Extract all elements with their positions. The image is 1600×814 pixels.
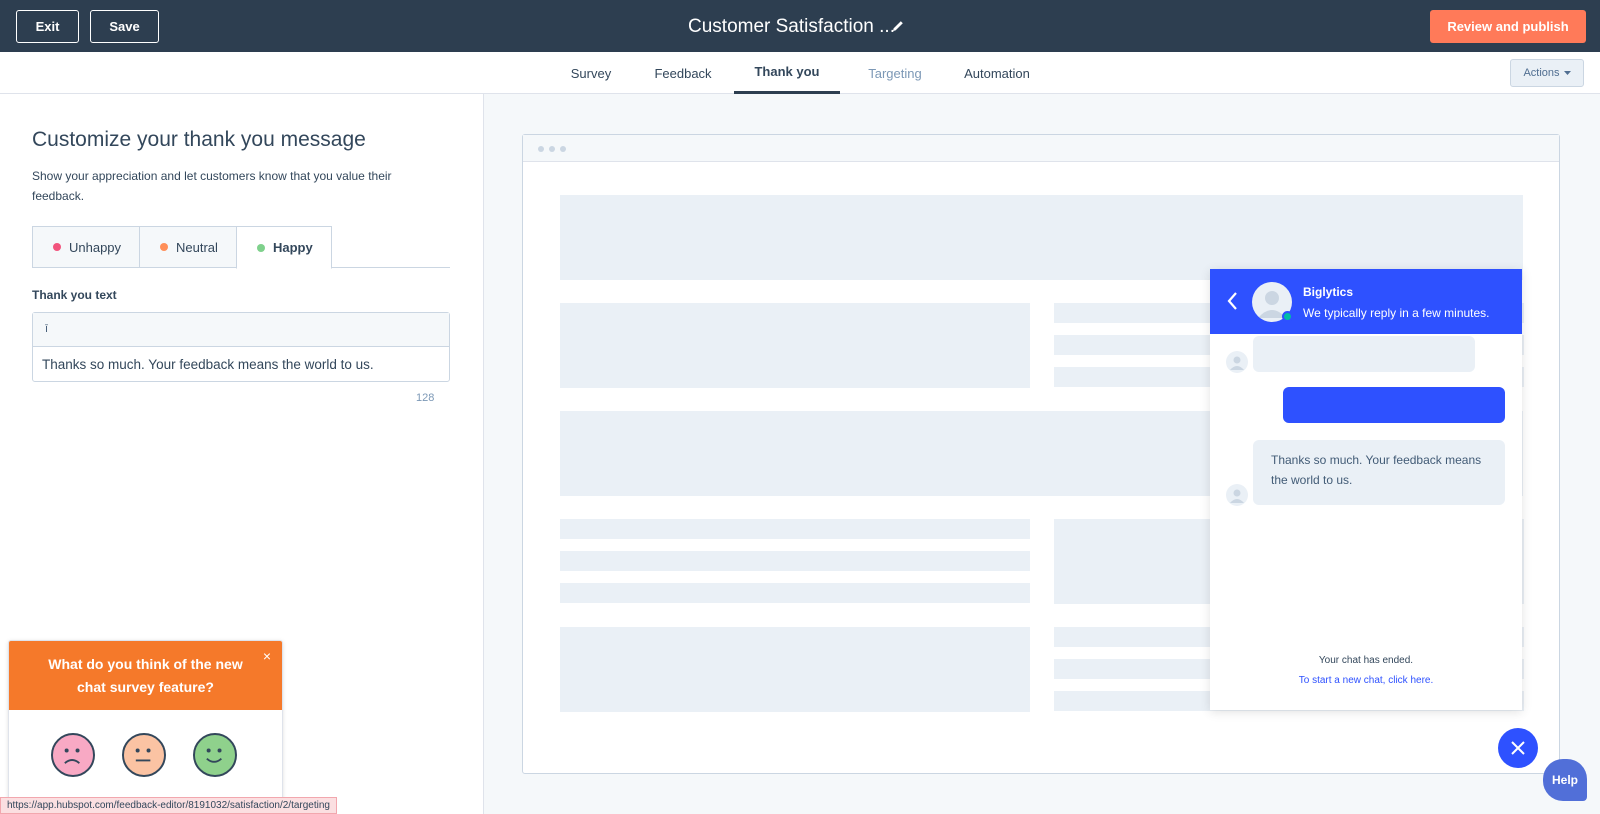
- browser-dot-icon: [560, 146, 566, 152]
- tab-targeting[interactable]: Targeting: [856, 52, 934, 94]
- panel-description: Show your appreciation and let customers…: [32, 169, 392, 203]
- character-count: 128: [416, 392, 435, 404]
- save-button[interactable]: Save: [90, 10, 159, 43]
- personalize-token-icon[interactable]: ī: [45, 323, 48, 335]
- avatar: [1226, 351, 1248, 373]
- top-bar: Exit Save Customer Satisfaction ... Revi…: [0, 0, 1600, 52]
- browser-bar: [523, 135, 1559, 162]
- tab-thank-you[interactable]: Thank you: [734, 52, 840, 94]
- browser-dot-icon: [538, 146, 544, 152]
- tab-bar: Survey Feedback Thank you Targeting Auto…: [0, 52, 1600, 94]
- review-and-publish-button[interactable]: Review and publish: [1430, 10, 1586, 43]
- actions-dropdown[interactable]: Actions: [1510, 59, 1584, 87]
- caret-down-icon: [1563, 70, 1571, 75]
- thank-you-text-input[interactable]: Thanks so much. Your feedback means the …: [33, 347, 449, 382]
- chat-bubble-thank-you: Thanks so much. Your feedback means the …: [1253, 440, 1505, 505]
- survey-popup-header: × What do you think of the new chat surv…: [9, 641, 282, 710]
- online-status-icon: [1282, 311, 1293, 322]
- tab-happy[interactable]: Happy: [236, 226, 332, 269]
- placeholder-block: [560, 303, 1030, 388]
- close-icon[interactable]: ×: [263, 645, 271, 668]
- sad-face-icon[interactable]: [51, 733, 95, 777]
- unhappy-dot-icon: [53, 243, 61, 251]
- placeholder-line: [560, 519, 1030, 539]
- editor-toolbar: ī: [33, 313, 449, 347]
- survey-title: Customer Satisfaction ...: [688, 16, 895, 37]
- chevron-left-icon[interactable]: [1226, 291, 1238, 311]
- chat-bubble-placeholder: [1253, 336, 1475, 372]
- tab-unhappy-label: Unhappy: [69, 239, 122, 255]
- happy-dot-icon: [257, 243, 265, 252]
- user-avatar-icon: [1230, 489, 1244, 503]
- chat-bubble-visitor: [1283, 387, 1505, 423]
- avatar: [1226, 484, 1248, 506]
- tab-neutral[interactable]: Neutral: [139, 226, 237, 268]
- actions-label: Actions: [1523, 67, 1560, 79]
- tab-happy-label: Happy: [273, 240, 313, 255]
- chat-subtitle: We typically reply in a few minutes.: [1303, 306, 1490, 320]
- chat-close-button[interactable]: [1498, 728, 1538, 768]
- user-avatar-icon: [1230, 356, 1244, 370]
- neutral-dot-icon: [160, 243, 168, 251]
- close-icon: [1511, 741, 1525, 755]
- placeholder-line: [560, 583, 1030, 603]
- pencil-icon[interactable]: [890, 18, 906, 34]
- tab-neutral-label: Neutral: [176, 239, 218, 255]
- new-chat-link[interactable]: To start a new chat, click here.: [1210, 675, 1522, 686]
- placeholder-line: [560, 551, 1030, 571]
- neutral-face-icon[interactable]: [122, 733, 166, 777]
- chat-header: Biglytics We typically reply in a few mi…: [1210, 269, 1522, 334]
- chat-widget: Biglytics We typically reply in a few mi…: [1210, 269, 1522, 710]
- placeholder-block: [560, 627, 1030, 712]
- tab-feedback[interactable]: Feedback: [648, 52, 718, 94]
- feedback-survey-popup: × What do you think of the new chat surv…: [8, 640, 283, 814]
- chat-company-name: Biglytics: [1303, 285, 1354, 299]
- survey-question: What do you think of the new chat survey…: [48, 656, 243, 695]
- panel-heading: Customize your thank you message: [32, 128, 366, 151]
- tab-automation[interactable]: Automation: [956, 52, 1038, 94]
- exit-button[interactable]: Exit: [16, 10, 79, 43]
- chat-ended-text: Your chat has ended.: [1318, 655, 1414, 666]
- status-bar-url: https://app.hubspot.com/feedback-editor/…: [0, 797, 337, 814]
- browser-dot-icon: [549, 146, 555, 152]
- placeholder-block: [560, 195, 1523, 280]
- help-button[interactable]: Help: [1543, 759, 1587, 801]
- sentiment-tabs: Unhappy Neutral Happy: [32, 226, 450, 269]
- happy-face-icon[interactable]: [193, 733, 237, 777]
- tab-unhappy[interactable]: Unhappy: [32, 226, 140, 268]
- thank-you-text-label: Thank you text: [32, 288, 117, 302]
- thank-you-text-editor[interactable]: ī Thanks so much. Your feedback means th…: [32, 312, 450, 382]
- tab-survey[interactable]: Survey: [560, 52, 622, 94]
- chat-thank-you-message: Thanks so much. Your feedback means the …: [1271, 453, 1482, 487]
